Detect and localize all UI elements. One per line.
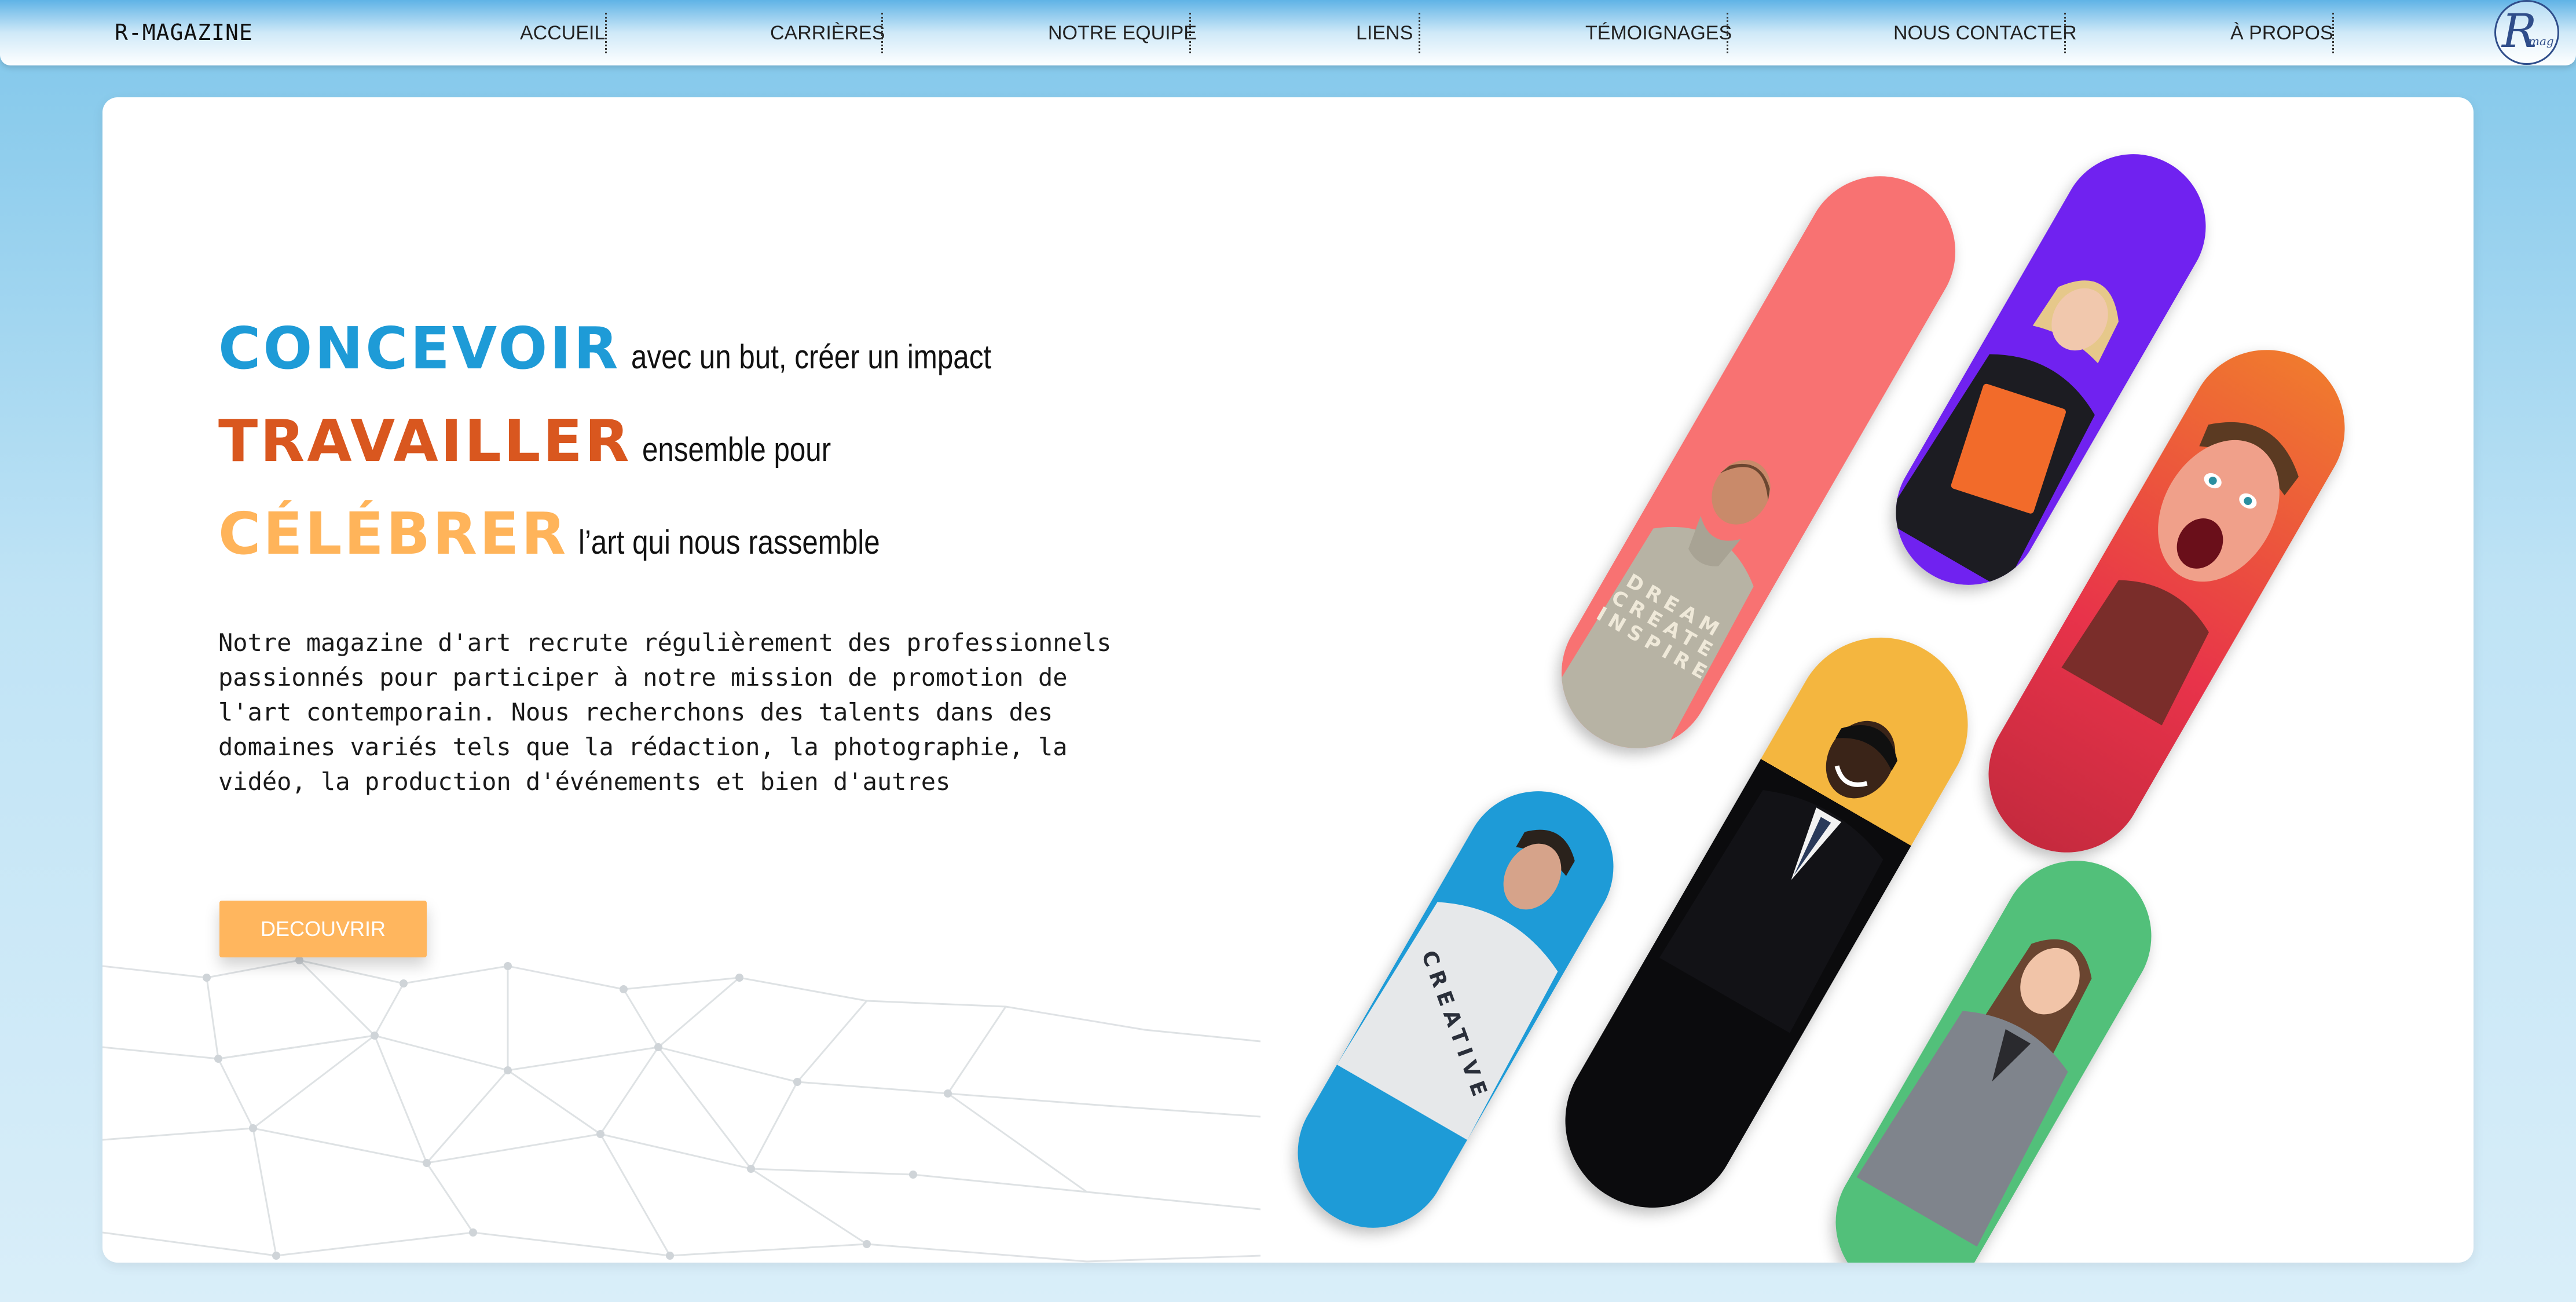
headline-word-celebrer: CÉLÉBRER	[218, 500, 569, 568]
nav-item-carrieres[interactable]: CARRIÈRES	[770, 22, 885, 45]
nav-item-temoignages[interactable]: TÉMOIGNAGES	[1585, 22, 1732, 45]
hero-card: CONCEVOIR avec un but, créer un impact TR…	[102, 97, 2474, 1263]
headline-line-3: CÉLÉBRER l’art qui nous rassemble	[218, 500, 933, 568]
headline-line-1: CONCEVOIR avec un but, créer un impact	[218, 314, 1054, 382]
nav-item-nous-contacter[interactable]: NOUS CONTACTER	[1893, 22, 2077, 45]
rmag-logo-icon[interactable]: R mag	[2494, 0, 2559, 65]
headline-rest-2: ensemble pour	[642, 431, 831, 469]
headline-rest-1: avec un but, créer un impact	[631, 338, 991, 376]
nav-item-a-propos[interactable]: À PROPOS	[2230, 22, 2333, 45]
logo-letter: R	[2502, 4, 2537, 58]
nav-separator	[2332, 13, 2334, 53]
nav-separator	[1189, 13, 1191, 53]
headline-rest-3: l’art qui nous rassemble	[578, 524, 880, 561]
nav-separator	[2064, 13, 2066, 53]
headline-line-2: TRAVAILLER ensemble pour	[218, 407, 864, 475]
nav-separator	[605, 13, 607, 53]
logo-subtext: mag	[2529, 34, 2554, 48]
woman-blazer-photo	[1856, 939, 2092, 1247]
nav-item-accueil[interactable]: ACCUEIL	[520, 22, 605, 45]
nav-item-notre-equipe[interactable]: NOTRE EQUIPE	[1048, 22, 1197, 45]
intro-paragraph: Notre magazine d'art recrute régulièreme…	[218, 628, 1112, 796]
brand-logo-text[interactable]: R-MAGAZINE	[115, 20, 253, 45]
decouvrir-button[interactable]: DECOUVRIR	[219, 901, 427, 957]
nav-item-liens[interactable]: LIENS	[1356, 22, 1413, 45]
headline-word-travailler: TRAVAILLER	[218, 407, 632, 475]
nav-separator	[1727, 13, 1728, 53]
nav-separator	[881, 13, 883, 53]
man-suit-photo	[1659, 721, 1897, 1033]
headline-word-concevoir: CONCEVOIR	[218, 314, 621, 382]
nav-separator	[1419, 13, 1420, 53]
network-mesh-decoration	[102, 956, 1260, 1263]
top-navbar: R-MAGAZINE ACCUEIL CARRIÈRES NOTRE EQUIP…	[0, 0, 2576, 65]
